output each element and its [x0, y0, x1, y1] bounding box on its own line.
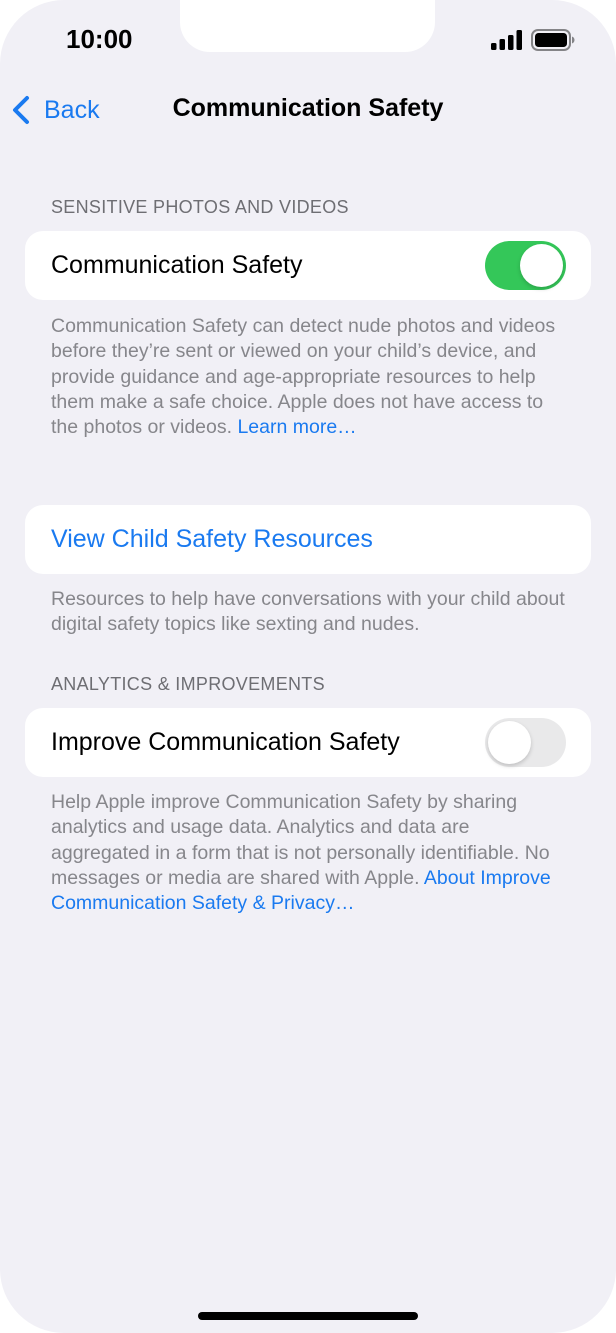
- battery-icon: [531, 29, 575, 51]
- communication-safety-label: Communication Safety: [51, 251, 303, 279]
- page-title: Communication Safety: [172, 94, 444, 122]
- communication-safety-toggle[interactable]: [485, 241, 566, 290]
- toggle-knob: [488, 721, 531, 764]
- improve-communication-safety-row: Improve Communication Safety: [25, 708, 591, 777]
- section-header-sensitive: SENSITIVE PHOTOS AND VIDEOS: [51, 197, 349, 217]
- view-resources-row[interactable]: View Child Safety Resources: [25, 505, 591, 574]
- view-child-safety-resources-link[interactable]: View Child Safety Resources: [51, 525, 373, 554]
- improve-communication-safety-label: Improve Communication Safety: [51, 728, 400, 756]
- communication-safety-description: Communication Safety can detect nude pho…: [51, 314, 571, 440]
- status-time: 10:00: [66, 24, 133, 54]
- toggle-knob: [520, 244, 563, 287]
- learn-more-link[interactable]: Learn more…: [237, 416, 356, 438]
- communication-safety-row: Communication Safety: [25, 231, 591, 300]
- cellular-signal-icon: [491, 30, 522, 50]
- phone-screen: 10:00 Back Communication Safety SENSITIV…: [0, 0, 616, 1333]
- home-indicator[interactable]: [198, 1312, 418, 1320]
- analytics-description: Help Apple improve Communication Safety …: [51, 790, 571, 916]
- resources-description: Resources to help have conversations wit…: [51, 588, 565, 636]
- section-header-analytics: ANALYTICS & IMPROVEMENTS: [51, 674, 325, 694]
- improve-communication-safety-toggle[interactable]: [485, 718, 566, 767]
- dynamic-notch: [180, 0, 435, 52]
